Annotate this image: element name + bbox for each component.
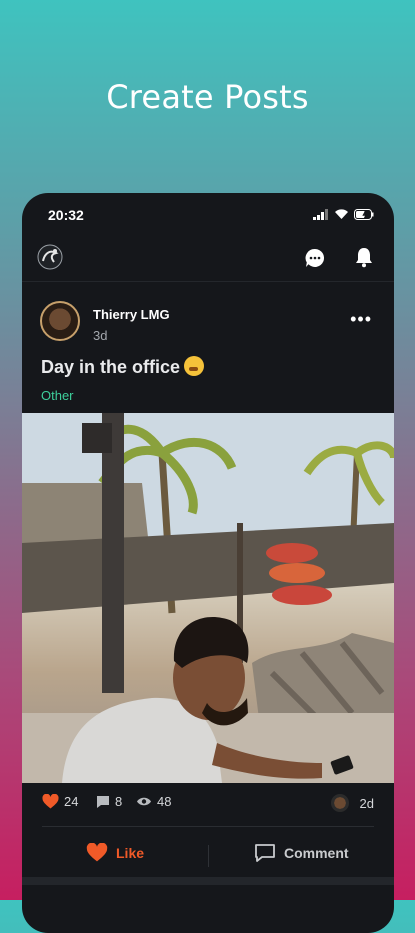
author-name[interactable]: Thierry LMG	[93, 307, 170, 322]
comment-icon	[255, 844, 275, 862]
actions-separator	[208, 845, 209, 867]
post-age: 2d	[359, 795, 374, 811]
next-post-edge	[22, 877, 394, 885]
post-actions: Like Comment	[22, 835, 394, 875]
comments-stat[interactable]: 8	[96, 794, 122, 809]
post-image[interactable]	[22, 413, 394, 783]
bell-icon[interactable]	[354, 246, 374, 268]
heart-icon	[86, 843, 108, 862]
page-headline: Create Posts	[106, 78, 309, 116]
more-options-icon[interactable]: •••	[350, 309, 372, 330]
comment-label: Comment	[284, 845, 349, 861]
app-logo-icon[interactable]	[36, 243, 64, 271]
small-avatar	[330, 794, 349, 812]
status-icons	[313, 209, 374, 220]
heart-icon	[42, 794, 59, 809]
stats-divider	[42, 826, 374, 827]
app-bar	[22, 237, 394, 282]
post-age-stat: 2d	[330, 794, 374, 812]
post-header: Thierry LMG 3d •••	[40, 301, 376, 351]
battery-icon	[354, 209, 374, 220]
eye-icon	[137, 797, 151, 806]
likes-count: 24	[64, 794, 79, 809]
phone-frame: 20:32 Thierry LMG 3d ••• Day in the offi…	[22, 193, 394, 933]
post-title-row: Day in the office	[41, 356, 205, 378]
comments-count: 8	[115, 794, 123, 809]
status-time: 20:32	[48, 207, 84, 223]
likes-stat[interactable]: 24	[42, 794, 78, 809]
views-count: 48	[157, 794, 172, 809]
chat-icon[interactable]	[304, 247, 326, 269]
like-label: Like	[116, 844, 145, 861]
post-title: Day in the office	[41, 357, 181, 377]
comment-button[interactable]: Comment	[254, 843, 349, 863]
emoji-icon	[184, 356, 205, 376]
status-bar: 20:32	[48, 207, 374, 227]
signal-icon	[313, 209, 328, 220]
wifi-icon	[335, 209, 348, 219]
views-stat: 48	[136, 794, 171, 809]
author-avatar[interactable]	[40, 301, 80, 341]
comment-bubble-icon	[97, 795, 109, 808]
like-button[interactable]: Like	[86, 843, 144, 862]
post-category[interactable]: Other	[41, 388, 74, 403]
post-stats: 24 8 48 2d	[42, 794, 374, 818]
post-time: 3d	[93, 328, 108, 343]
